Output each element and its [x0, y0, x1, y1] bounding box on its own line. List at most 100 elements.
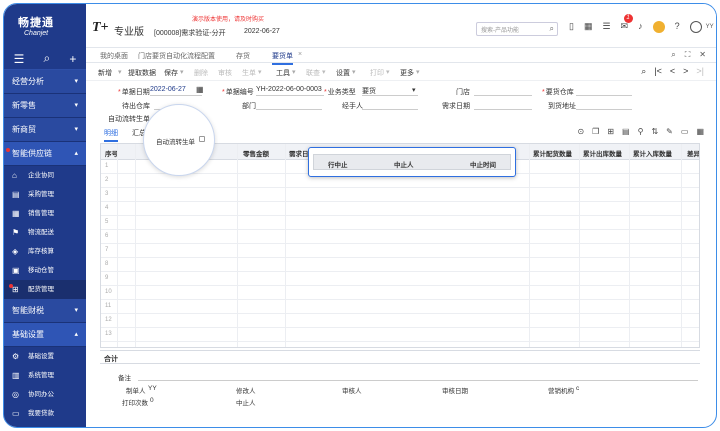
cookie-icon[interactable]: [652, 21, 665, 33]
col-cum-in[interactable]: 累计入库数量: [633, 148, 672, 158]
chevron-down-icon[interactable]: ▾: [322, 68, 326, 76]
image-icon[interactable]: ▭: [681, 127, 689, 136]
chevron-down-icon[interactable]: ▾: [258, 68, 262, 76]
next-record-icon[interactable]: >: [683, 66, 688, 77]
store-field[interactable]: [474, 86, 532, 96]
chevron-down-icon[interactable]: ▾: [352, 68, 356, 76]
sidebar-group-retail[interactable]: 新零售 ▾: [4, 94, 86, 118]
tab-store-flow[interactable]: 门店要货自动化流程配置: [138, 51, 215, 61]
table-row[interactable]: 3: [101, 188, 699, 202]
auto-flow-checkbox[interactable]: [199, 136, 205, 142]
search-icon[interactable]: ⌕: [671, 50, 675, 60]
calendar-icon[interactable]: ▦: [196, 85, 204, 94]
pin-icon[interactable]: ⊙: [577, 127, 584, 136]
table-row[interactable]: 7: [101, 244, 699, 258]
copy-icon[interactable]: ❐: [592, 127, 599, 136]
last-record-icon[interactable]: >|: [696, 66, 704, 77]
col-stop-user[interactable]: 中止人: [394, 159, 414, 169]
more-button[interactable]: 更多: [400, 68, 414, 78]
settings-button[interactable]: 设置: [336, 68, 350, 78]
sidebar-item-system[interactable]: ▥ 系统管理: [4, 366, 86, 385]
table-row[interactable]: 11: [101, 300, 699, 314]
table-row[interactable]: 5: [101, 216, 699, 230]
warehouse-field[interactable]: [576, 86, 632, 96]
sidebar-group-analysis[interactable]: 经营分析 ▾: [4, 70, 86, 94]
table-row[interactable]: 9: [101, 272, 699, 286]
chevron-down-icon[interactable]: ▾: [180, 68, 184, 76]
sidebar-group-supply-chain[interactable]: 智能供应链 ▴: [4, 142, 86, 166]
close-icon[interactable]: ✕: [699, 50, 706, 60]
col-cum-out[interactable]: 累计出库数量: [583, 148, 622, 158]
chevron-down-icon[interactable]: ▾: [416, 68, 420, 76]
search-input[interactable]: 搜索-产品功能 ⌕: [476, 22, 558, 36]
table-row[interactable]: 10: [101, 286, 699, 300]
col-row-stop[interactable]: 行中止: [328, 159, 348, 169]
sidebar-item-basic-settings[interactable]: ⚙ 基础设置: [4, 347, 86, 366]
col-diff[interactable]: 差异: [687, 148, 699, 158]
locate-icon[interactable]: ⌕: [641, 66, 646, 77]
date-field[interactable]: 2022-06-27: [150, 86, 202, 96]
chevron-down-icon[interactable]: ▾: [386, 68, 390, 76]
chevron-down-icon[interactable]: ▾: [118, 68, 122, 76]
sidebar-group-finance[interactable]: 智能财税 ▾: [4, 299, 86, 323]
help-icon[interactable]: ?: [675, 21, 680, 33]
code-field[interactable]: YH-2022-06-00-0003: [256, 86, 324, 96]
audit-button[interactable]: 审核: [218, 68, 232, 78]
sidebar-item-mobile-warehouse[interactable]: ▣ 移动仓管: [4, 261, 86, 280]
sidebar-item-collab[interactable]: ⌂ 企业协同: [4, 166, 86, 185]
sidebar-item-sales[interactable]: ▦ 销售管理: [4, 204, 86, 223]
handler-field[interactable]: [362, 100, 418, 110]
remark-field[interactable]: [138, 371, 698, 381]
menu-icon[interactable]: ☰: [14, 52, 25, 66]
delete-button[interactable]: 删除: [194, 68, 208, 78]
sidebar-group-basic[interactable]: 基础设置 ▴: [4, 323, 86, 347]
table-row[interactable]: 13: [101, 328, 699, 342]
col-stop-time[interactable]: 中止时间: [470, 159, 496, 169]
new-button[interactable]: 新增: [98, 68, 112, 78]
sidebar-item-inventory[interactable]: ◈ 库存核算: [4, 242, 86, 261]
sidebar-item-logistics[interactable]: ⚑ 物流配送: [4, 223, 86, 242]
sidebar-item-office[interactable]: ◎ 协同办公: [4, 385, 86, 404]
sidebar-item-loan[interactable]: ▭ 我要贷款: [4, 404, 86, 423]
search-icon[interactable]: ⌕: [44, 51, 51, 66]
first-record-icon[interactable]: |<: [654, 66, 662, 77]
need-date-field[interactable]: [474, 100, 532, 110]
bell-icon[interactable]: ♪: [638, 21, 643, 33]
table-row[interactable]: 6: [101, 230, 699, 244]
grid-settings-icon[interactable]: ▦: [696, 127, 704, 136]
document-icon[interactable]: ▤: [622, 127, 630, 136]
prev-record-icon[interactable]: <: [670, 66, 675, 77]
search-icon[interactable]: ⌕: [550, 24, 554, 34]
tools-button[interactable]: 工具: [276, 68, 290, 78]
table-row[interactable]: 8: [101, 258, 699, 272]
edit-icon[interactable]: ✎: [666, 127, 673, 136]
print-button[interactable]: 打印: [370, 68, 384, 78]
settings-sliders-icon[interactable]: ☰: [602, 21, 610, 33]
table-row[interactable]: 4: [101, 202, 699, 216]
tab-stock[interactable]: 存货: [236, 51, 250, 61]
fullscreen-icon[interactable]: ⛶: [685, 50, 691, 60]
extract-data-button[interactable]: 提取数据: [128, 68, 156, 78]
sidebar-item-purchase[interactable]: ▤ 采购管理: [4, 185, 86, 204]
query-button[interactable]: 联查: [306, 68, 320, 78]
chevron-down-icon[interactable]: ▾: [292, 68, 296, 76]
message-icon[interactable]: ✉ 1: [621, 14, 633, 33]
address-field[interactable]: [576, 100, 632, 110]
dept-field[interactable]: [256, 100, 322, 110]
add-icon[interactable]: +: [69, 52, 76, 66]
col-cum-dist[interactable]: 累计配货数量: [533, 148, 572, 158]
sidebar-item-distribution[interactable]: ⊞ 配货管理: [4, 280, 86, 299]
tab-desktop[interactable]: 我的桌面: [100, 51, 128, 61]
filter-icon[interactable]: ⚲: [638, 127, 644, 136]
close-icon[interactable]: ×: [298, 51, 302, 58]
mobile-icon[interactable]: ▯: [569, 21, 574, 33]
col-need-date[interactable]: 需求日: [289, 148, 309, 158]
table-row[interactable]: 12: [101, 314, 699, 328]
avatar[interactable]: [689, 21, 702, 33]
col-retail-amount[interactable]: 零售金额: [243, 148, 269, 158]
tab-detail[interactable]: 明细: [104, 128, 118, 142]
account-selector[interactable]: [000008]需求验证-分开: [154, 28, 226, 38]
sort-icon[interactable]: ⇅: [651, 127, 658, 136]
insert-row-icon[interactable]: ⊞: [607, 127, 614, 136]
sidebar-group-trade[interactable]: 新商贸 ▾: [4, 118, 86, 142]
